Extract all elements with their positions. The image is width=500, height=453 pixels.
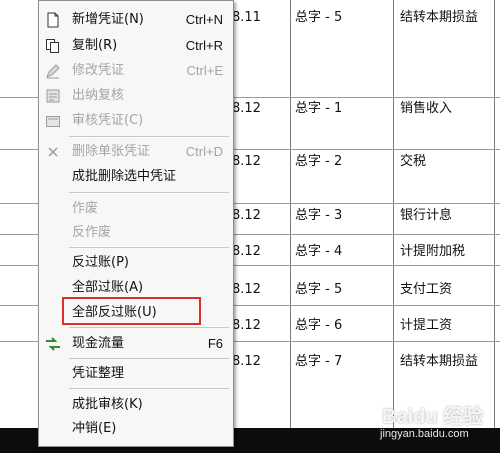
menu-separator bbox=[69, 358, 229, 359]
audit-voucher-icon bbox=[45, 113, 61, 129]
summary-cell: 银行计息 bbox=[400, 208, 453, 223]
menu-item-copy[interactable]: 复制(R) Ctrl+R bbox=[39, 34, 233, 58]
date-cell: 8.12 bbox=[232, 354, 261, 369]
date-cell: 8.12 bbox=[232, 318, 261, 333]
new-voucher-icon bbox=[45, 12, 61, 28]
summary-cell: 计提工资 bbox=[400, 318, 453, 333]
menu-item-edit-voucher[interactable]: 修改凭证 Ctrl+E bbox=[39, 59, 233, 83]
date-cell: 8.12 bbox=[232, 101, 261, 116]
edit-voucher-icon bbox=[45, 63, 61, 79]
menu-separator bbox=[69, 327, 229, 328]
summary-cell: 计提附加税 bbox=[400, 244, 466, 259]
menu-item-void[interactable]: 作废 bbox=[39, 197, 233, 221]
menu-item-batch-delete[interactable]: 成批删除选中凭证 bbox=[39, 165, 233, 189]
date-cell: 8.12 bbox=[232, 154, 261, 169]
menu-item-cash-flow[interactable]: 现金流量 F6 bbox=[39, 332, 233, 356]
menu-separator bbox=[69, 247, 229, 248]
voucher-number-cell: 总字 - 1 bbox=[295, 101, 343, 116]
date-cell: 8.12 bbox=[232, 208, 261, 223]
highlight-annotation bbox=[62, 297, 201, 325]
summary-cell: 销售收入 bbox=[400, 101, 453, 116]
menu-item-batch-audit[interactable]: 成批审核(K) bbox=[39, 393, 233, 417]
voucher-number-cell: 总字 - 5 bbox=[295, 282, 343, 297]
voucher-number-cell: 总字 - 3 bbox=[295, 208, 343, 223]
menu-item-audit-voucher[interactable]: 审核凭证(C) bbox=[39, 109, 233, 133]
menu-item-organize-vouchers[interactable]: 凭证整理 bbox=[39, 362, 233, 386]
menu-item-unvoid[interactable]: 反作废 bbox=[39, 221, 233, 245]
watermark-url: jingyan.baidu.com bbox=[380, 428, 469, 440]
copy-icon bbox=[45, 38, 61, 54]
cash-flow-icon bbox=[45, 336, 61, 352]
watermark: Baidu 经验 jingyan.baidu.com bbox=[372, 400, 494, 448]
voucher-number-cell: 总字 - 6 bbox=[295, 318, 343, 333]
menu-separator bbox=[69, 136, 229, 137]
voucher-number-cell: 总字 - 5 bbox=[295, 10, 343, 25]
delete-icon bbox=[45, 144, 61, 160]
menu-item-new-voucher[interactable]: 新增凭证(N) Ctrl+N bbox=[39, 8, 233, 32]
context-menu: 新增凭证(N) Ctrl+N 复制(R) Ctrl+R 修改凭证 Ctrl+E … bbox=[38, 0, 234, 447]
menu-item-unpost[interactable]: 反过账(P) bbox=[39, 251, 233, 275]
menu-item-reverse[interactable]: 冲销(E) bbox=[39, 417, 233, 441]
menu-separator bbox=[69, 388, 229, 389]
menu-separator bbox=[69, 192, 229, 193]
cashier-review-icon bbox=[45, 88, 61, 104]
voucher-number-cell: 总字 - 4 bbox=[295, 244, 343, 259]
date-cell: 8.12 bbox=[232, 282, 261, 297]
date-cell: 8.12 bbox=[232, 244, 261, 259]
voucher-number-cell: 总字 - 2 bbox=[295, 154, 343, 169]
menu-item-delete-voucher[interactable]: 删除单张凭证 Ctrl+D bbox=[39, 140, 233, 164]
watermark-logo: Baidu 经验 bbox=[382, 406, 484, 428]
menu-item-cashier-review[interactable]: 出纳复核 bbox=[39, 84, 233, 108]
date-cell: 8.11 bbox=[232, 10, 261, 25]
summary-cell: 支付工资 bbox=[400, 282, 453, 297]
voucher-number-cell: 总字 - 7 bbox=[295, 354, 343, 369]
summary-cell: 结转本期损益 bbox=[400, 10, 479, 25]
summary-cell: 结转本期损益 bbox=[400, 354, 479, 369]
summary-cell: 交税 bbox=[400, 154, 427, 169]
